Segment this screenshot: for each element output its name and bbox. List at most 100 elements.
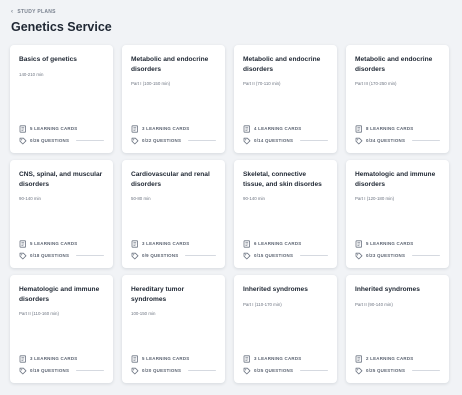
breadcrumb-study-plans[interactable]: ‹ STUDY PLANS [11, 9, 56, 15]
book-icon [131, 239, 139, 248]
study-plan-card-11[interactable]: Inherited syndromes Part I (110-170 min)… [234, 275, 337, 383]
questions-progress-bar [412, 254, 440, 257]
study-plan-card-9[interactable]: Hematologic and immune disorders Part II… [10, 275, 113, 383]
questions-count: 0/26 QUESTIONS [30, 138, 70, 143]
card-duration: 50-80 min [131, 196, 151, 201]
card-title: Cardiovascular and renal disorders [131, 171, 210, 188]
learning-cards-row: 5 LEARNING CARDS [19, 124, 104, 133]
learning-cards-row: 5 LEARNING CARDS [355, 239, 440, 248]
questions-progress-bar [412, 369, 440, 372]
learning-cards-count: 5 LEARNING CARDS [366, 241, 414, 246]
learning-cards-row: 6 LEARNING CARDS [243, 239, 328, 248]
learning-cards-count: 5 LEARNING CARDS [30, 241, 78, 246]
questions-row: 0/9 QUESTIONS [131, 251, 216, 260]
book-icon [131, 354, 139, 363]
card-title: Skeletal, connective tissue, and skin di… [243, 171, 322, 188]
question-tag-icon [19, 252, 27, 260]
questions-row: 0/25 QUESTIONS [355, 366, 440, 375]
study-plan-card-5[interactable]: CNS, spinal, and muscular disorders 90-1… [10, 160, 113, 268]
learning-cards-count: 4 LEARNING CARDS [254, 126, 302, 131]
question-tag-icon [355, 137, 363, 145]
card-duration: 90-140 min [243, 196, 265, 201]
questions-count: 0/14 QUESTIONS [254, 138, 294, 143]
question-tag-icon [355, 252, 363, 260]
questions-row: 0/20 QUESTIONS [131, 366, 216, 375]
questions-progress-bar [300, 254, 328, 257]
card-footer: 8 LEARNING CARDS 0/34 QUESTIONS [355, 124, 440, 145]
questions-progress-bar [188, 139, 216, 142]
questions-count: 0/20 QUESTIONS [142, 368, 182, 373]
card-duration: Part I (100-150 min) [131, 81, 171, 86]
learning-cards-count: 3 LEARNING CARDS [254, 356, 302, 361]
study-plan-card-3[interactable]: Metabolic and endocrine disorders Part I… [234, 45, 337, 153]
question-tag-icon [243, 252, 251, 260]
questions-progress-bar [76, 254, 104, 257]
questions-count: 0/22 QUESTIONS [142, 138, 182, 143]
questions-progress-bar [188, 369, 216, 372]
book-icon [19, 239, 27, 248]
card-title: Metabolic and endocrine disorders [131, 56, 209, 73]
learning-cards-row: 3 LEARNING CARDS [131, 239, 216, 248]
questions-count: 0/34 QUESTIONS [366, 138, 406, 143]
card-duration: 90-140 min [19, 196, 41, 201]
questions-count: 0/25 QUESTIONS [254, 368, 294, 373]
study-plan-card-8[interactable]: Hematologic and immune disorders Part I … [346, 160, 449, 268]
chevron-left-icon: ‹ [11, 9, 14, 15]
questions-progress-bar [185, 254, 216, 257]
book-icon [243, 124, 251, 133]
card-duration: Part II (70-110 min) [243, 81, 281, 86]
study-plan-page: ‹ STUDY PLANS Genetics Service Basics of… [0, 0, 462, 395]
learning-cards-row: 3 LEARNING CARDS [131, 124, 216, 133]
questions-count: 0/19 QUESTIONS [30, 368, 70, 373]
questions-progress-bar [76, 139, 104, 142]
question-tag-icon [355, 367, 363, 375]
study-plan-card-4[interactable]: Metabolic and endocrine disorders Part I… [346, 45, 449, 153]
card-footer: 5 LEARNING CARDS 0/18 QUESTIONS [19, 239, 104, 260]
card-title: Hematologic and immune disorders [355, 171, 436, 188]
questions-row: 0/23 QUESTIONS [355, 251, 440, 260]
card-title: Hereditary tumor syndromes [131, 286, 185, 303]
card-footer: 3 LEARNING CARDS 0/25 QUESTIONS [243, 354, 328, 375]
learning-cards-count: 6 LEARNING CARDS [254, 241, 302, 246]
book-icon [19, 124, 27, 133]
learning-cards-count: 5 LEARNING CARDS [142, 356, 190, 361]
study-plan-card-7[interactable]: Skeletal, connective tissue, and skin di… [234, 160, 337, 268]
book-icon [131, 124, 139, 133]
question-tag-icon [131, 252, 139, 260]
card-footer: 5 LEARNING CARDS 0/20 QUESTIONS [131, 354, 216, 375]
card-title: CNS, spinal, and muscular disorders [19, 171, 103, 188]
learning-cards-row: 2 LEARNING CARDS [355, 354, 440, 363]
question-tag-icon [243, 367, 251, 375]
question-tag-icon [19, 137, 27, 145]
card-title: Metabolic and endocrine disorders [355, 56, 433, 73]
card-footer: 5 LEARNING CARDS 0/23 QUESTIONS [355, 239, 440, 260]
breadcrumb-label: STUDY PLANS [17, 9, 56, 15]
study-plan-card-1[interactable]: Basics of genetics 140-210 min 5 LEARNIN… [10, 45, 113, 153]
learning-cards-row: 3 LEARNING CARDS [243, 354, 328, 363]
questions-row: 0/15 QUESTIONS [243, 251, 328, 260]
study-plan-card-6[interactable]: Cardiovascular and renal disorders 50-80… [122, 160, 225, 268]
card-footer: 5 LEARNING CARDS 0/26 QUESTIONS [19, 124, 104, 145]
study-plan-card-10[interactable]: Hereditary tumor syndromes 100-150 min 5… [122, 275, 225, 383]
questions-progress-bar [300, 369, 328, 372]
questions-row: 0/19 QUESTIONS [19, 366, 104, 375]
card-duration: Part II (90-140 min) [355, 301, 393, 307]
card-footer: 2 LEARNING CARDS 0/25 QUESTIONS [355, 354, 440, 375]
learning-cards-count: 2 LEARNING CARDS [366, 356, 414, 361]
question-tag-icon [131, 137, 139, 145]
card-duration: Part II (110-160 min) [19, 311, 59, 316]
questions-progress-bar [300, 139, 328, 142]
study-plan-card-2[interactable]: Metabolic and endocrine disorders Part I… [122, 45, 225, 153]
card-duration: Part I (110-170 min) [243, 301, 282, 307]
card-duration: Part III (170-250 min) [355, 81, 397, 86]
questions-progress-bar [76, 369, 104, 372]
questions-count: 0/23 QUESTIONS [366, 253, 406, 258]
learning-cards-row: 5 LEARNING CARDS [131, 354, 216, 363]
question-tag-icon [131, 367, 139, 375]
study-plan-card-12[interactable]: Inherited syndromes Part II (90-140 min)… [346, 275, 449, 383]
card-title: Basics of genetics [19, 56, 77, 63]
card-duration: 100-150 min [131, 311, 156, 316]
card-footer: 4 LEARNING CARDS 0/14 QUESTIONS [243, 124, 328, 145]
question-tag-icon [243, 137, 251, 145]
card-footer: 3 LEARNING CARDS 0/19 QUESTIONS [19, 354, 104, 375]
